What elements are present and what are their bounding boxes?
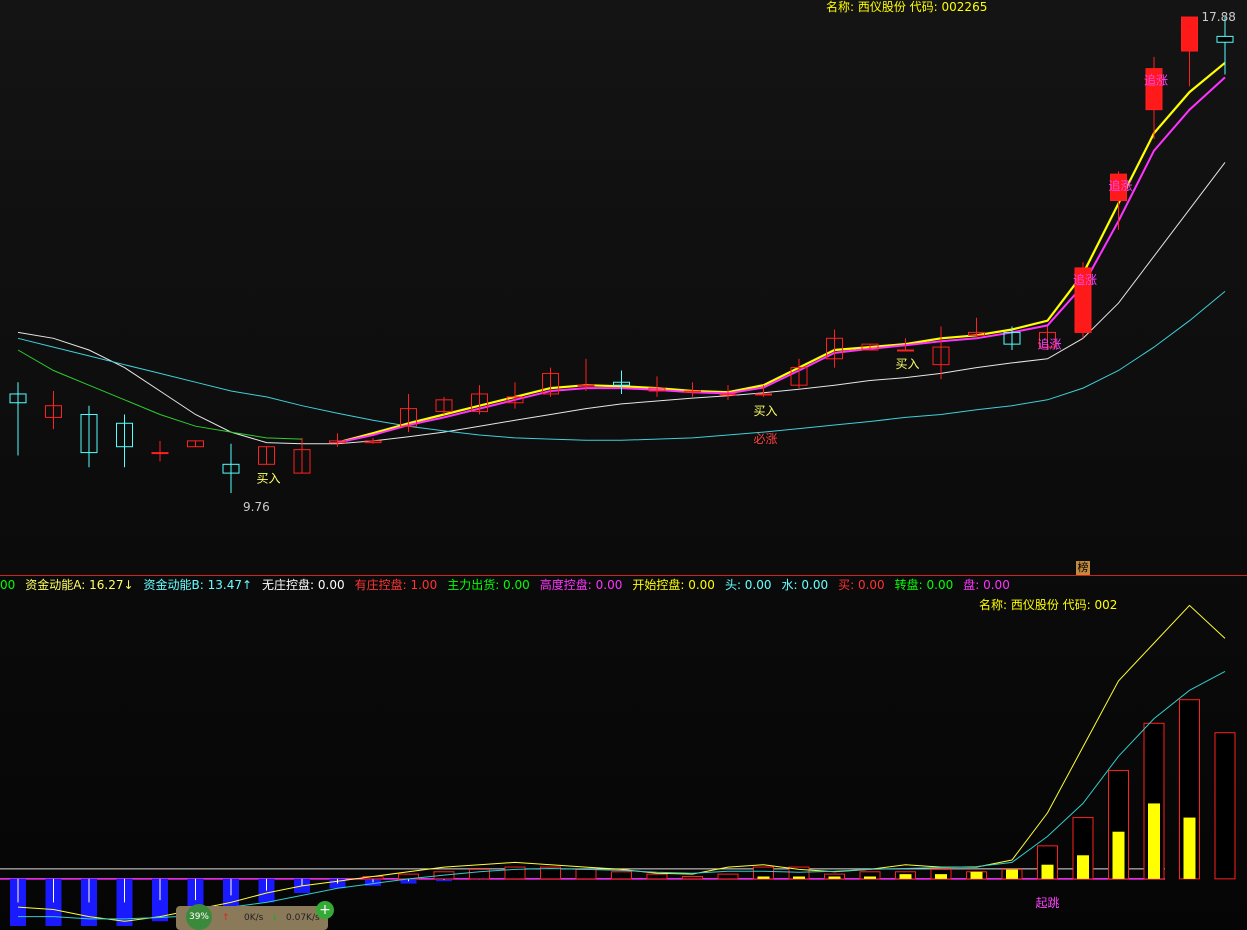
chart-annotation: 买入: [754, 404, 778, 418]
chart-annotation: 买入: [257, 471, 281, 485]
chart-annotation: 17.88: [1202, 10, 1236, 24]
overlay-line-trail-magenta: [337, 76, 1226, 444]
momentum-bar-yellow: [1183, 817, 1196, 879]
chart-annotation: 9.76: [243, 500, 270, 514]
candle-body: [719, 393, 737, 396]
momentum-bar-yellow: [1077, 855, 1089, 879]
corner-badge[interactable]: 榜: [1076, 561, 1090, 575]
overlay-line-ma-green: [17, 349, 303, 440]
chart-annotation: 追涨: [1038, 336, 1062, 351]
momentum-bar-yellow: [1112, 831, 1125, 879]
indicator-item: 买: 0.00: [838, 578, 885, 592]
chart-annotation: 必涨: [754, 431, 778, 446]
stock-chart-window: 9.76 17.88 买入 买入 买入 必涨 追涨 追涨 追涨 追涨 名称: 西仪股份 代码: 0…: [0, 0, 1247, 930]
indicator-item: 资金动能B: 13.47↑: [143, 578, 253, 592]
download-speed: 0.07K/s: [286, 913, 320, 923]
overlay-line-ma-white: [17, 162, 1226, 445]
overlay-line-trail-yellow: [337, 61, 1226, 444]
bottom-header-label: 名称: 西仪股份 代码: 002: [979, 598, 1118, 612]
momentum-bar-yellow: [864, 876, 876, 879]
momentum-bar-yellow: [793, 876, 805, 879]
candle-body: [684, 390, 701, 393]
down-arrow-icon: ↓: [271, 913, 279, 923]
indicator-item: 资金动能A: 16.27↓: [25, 578, 134, 592]
overlay-line-ma-cyan: [17, 291, 1226, 441]
momentum-bar-positive: [717, 873, 739, 880]
indicator-annotation: 起跳: [1036, 896, 1060, 910]
price-chart[interactable]: 9.7617.88买入买入买入必涨追涨追涨追涨追涨: [0, 0, 1247, 570]
momentum-bar-yellow: [899, 874, 912, 879]
indicator-item: 开始控盘: 0.00: [632, 578, 715, 592]
momentum-bar-positive: [575, 868, 597, 880]
momentum-bar-positive: [611, 871, 632, 880]
plus-icon[interactable]: +: [316, 901, 334, 919]
momentum-bar-yellow: [935, 874, 947, 879]
momentum-bar-yellow: [970, 871, 983, 879]
momentum-bar-yellow: [828, 876, 841, 879]
momentum-bar-yellow: [757, 876, 770, 879]
indicator-chart[interactable]: 起跳: [0, 596, 1247, 930]
indicator-item: 头: 0.00: [724, 578, 772, 592]
chart-annotation: 追涨: [1073, 272, 1097, 287]
network-widget[interactable]: 39% ↑ 0K/s ↓ 0.07K/s +: [176, 901, 334, 930]
indicator-item: 00: [0, 578, 16, 592]
upload-speed: 0K/s: [244, 913, 264, 923]
candle-body: [755, 393, 772, 396]
indicator-item: 主力出货: 0.00: [447, 578, 530, 592]
candle-body: [1216, 35, 1234, 43]
indicator-item: 盘: 0.00: [963, 578, 1010, 592]
momentum-bar-positive: [1214, 732, 1236, 880]
chart-annotation: 追涨: [1109, 178, 1133, 193]
chart-annotation: 买入: [896, 357, 920, 371]
candle-body: [897, 349, 914, 352]
indicator-item: 水: 0.00: [781, 578, 829, 592]
indicator-bar: 00 资金动能A: 16.27↓ 资金动能B: 13.47↑ 无庄控盘: 0.00 有庄…: [0, 575, 1247, 595]
momentum-bar-yellow: [1148, 803, 1160, 879]
up-arrow-icon: ↑: [222, 913, 230, 923]
indicator-item: 高度控盘: 0.00: [539, 578, 623, 592]
chart-annotation: 追涨: [1144, 73, 1168, 88]
momentum-bar-yellow: [1006, 869, 1018, 879]
cpu-percent-badge: 39%: [186, 904, 212, 930]
indicator-item: 无庄控盘: 0.00: [262, 578, 345, 592]
candle-body: [151, 452, 169, 455]
indicator-item: 有庄控盘: 1.00: [354, 578, 438, 592]
momentum-bar-yellow: [1041, 864, 1054, 879]
indicator-item: 转盘: 0.00: [894, 578, 954, 592]
momentum-bar-positive: [646, 873, 668, 880]
momentum-bar-positive: [682, 876, 703, 880]
candle-body: [577, 384, 595, 387]
candle-body: [1181, 16, 1198, 52]
top-header-label: 名称: 西仪股份 代码: 002265: [826, 0, 988, 14]
